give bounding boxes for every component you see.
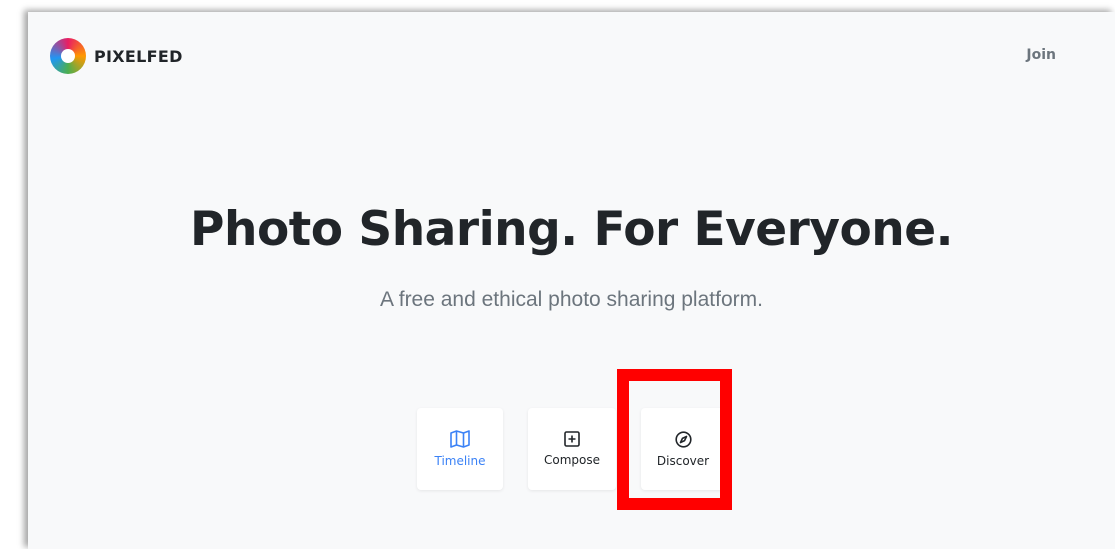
discover-label: Discover [656, 453, 710, 468]
brand[interactable]: PIXELFED [50, 38, 183, 74]
timeline-card[interactable]: Timeline [417, 408, 503, 490]
brand-name: PIXELFED [94, 46, 183, 66]
compass-icon [674, 430, 692, 448]
pixelfed-logo-icon [50, 38, 86, 74]
plus-square-icon [564, 431, 580, 447]
join-link[interactable]: Join [1026, 47, 1056, 63]
timeline-label: Timeline [434, 454, 486, 468]
compose-card[interactable]: Compose [528, 408, 616, 490]
navbar: PIXELFED Join [28, 12, 1115, 102]
hero-subtitle: A free and ethical photo sharing platfor… [380, 288, 763, 311]
compose-label: Compose [543, 453, 600, 467]
browser-viewport: PIXELFED Join Photo Sharing. For Everyon… [28, 12, 1115, 549]
hero-title: Photo Sharing. For Everyone. [190, 202, 953, 257]
discover-card[interactable]: Discover [641, 408, 725, 490]
map-icon [450, 430, 470, 448]
